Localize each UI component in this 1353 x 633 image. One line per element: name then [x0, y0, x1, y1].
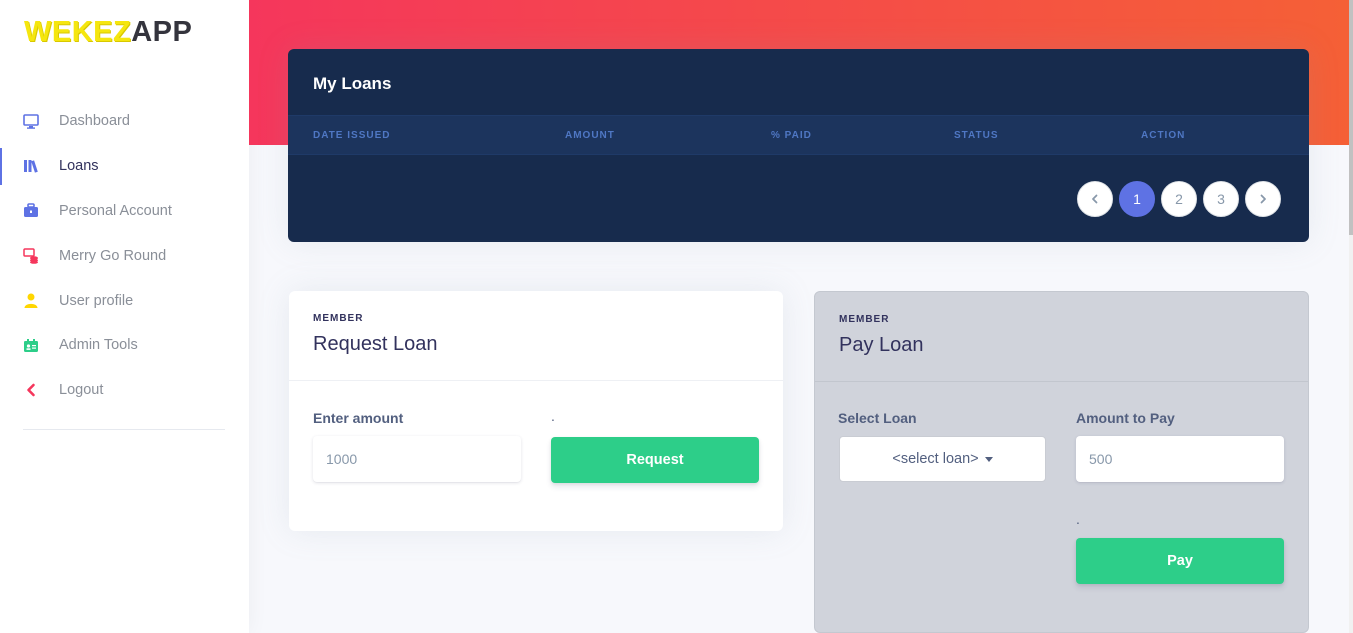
enter-amount-label: Enter amount: [313, 410, 404, 426]
sidebar-nav: Dashboard Loans Personal Account Merry G…: [0, 99, 249, 413]
request-loan-eyebrow: Member: [313, 313, 364, 324]
monitor-icon: [22, 113, 39, 130]
pagination-prev-button[interactable]: [1077, 181, 1113, 217]
request-loan-card: Member Request Loan Enter amount . Reque…: [289, 291, 783, 531]
money-coins-icon: [22, 247, 39, 264]
request-spacer-text: .: [551, 408, 555, 424]
logo-wekez: WEKEZ: [24, 15, 132, 48]
sidebar-item-label: Personal Account: [59, 202, 172, 219]
pay-loan-title: Pay Loan: [839, 334, 924, 356]
sidebar: WEKEZ APP Dashboard Loans Personal Accoun…: [0, 0, 249, 633]
select-loan-dropdown[interactable]: <select loan>: [839, 436, 1046, 482]
sidebar-item-loans[interactable]: Loans: [0, 144, 249, 189]
pay-button[interactable]: Pay: [1076, 538, 1284, 584]
my-loans-title: My Loans: [313, 74, 392, 93]
sidebar-item-dashboard[interactable]: Dashboard: [0, 99, 249, 144]
sidebar-item-label: Dashboard: [59, 113, 130, 130]
badge-icon: [22, 337, 39, 354]
select-loan-value: <select loan>: [892, 451, 979, 467]
sidebar-item-admin-tools[interactable]: Admin Tools: [0, 323, 249, 368]
column-header-date-issued[interactable]: Date Issued: [313, 130, 391, 141]
sidebar-item-label: Admin Tools: [59, 337, 138, 354]
chevron-left-icon: [22, 382, 39, 399]
caret-down-icon: [984, 456, 993, 462]
sidebar-item-label: User profile: [59, 292, 134, 309]
pagination: 1 2 3: [1077, 181, 1281, 217]
pagination-next-button[interactable]: [1245, 181, 1281, 217]
pay-loan-eyebrow: Member: [839, 314, 890, 325]
user-icon: [22, 292, 39, 309]
briefcase-icon: [22, 202, 39, 219]
column-header-status[interactable]: Status: [954, 130, 999, 141]
column-header-amount[interactable]: Amount: [565, 130, 615, 141]
sidebar-divider: [23, 429, 225, 430]
card-divider: [289, 380, 783, 381]
sidebar-item-label: Merry Go Round: [59, 247, 167, 264]
sidebar-item-logout[interactable]: Logout: [0, 368, 249, 413]
pay-loan-card: Member Pay Loan Select Loan <select loan…: [814, 291, 1309, 633]
pagination-page-2[interactable]: 2: [1161, 181, 1197, 217]
sidebar-item-label: Loans: [59, 158, 99, 175]
logo-app: APP: [131, 15, 193, 48]
request-loan-title: Request Loan: [313, 333, 438, 355]
books-icon: [22, 158, 39, 175]
request-button[interactable]: Request: [551, 437, 759, 483]
pay-amount-input[interactable]: [1076, 436, 1284, 482]
select-loan-label: Select Loan: [838, 410, 917, 426]
column-header-action[interactable]: Action: [1141, 130, 1185, 141]
my-loans-card: My Loans Date Issued Amount % Paid Statu…: [288, 49, 1309, 242]
column-header-percent-paid[interactable]: % Paid: [771, 130, 812, 141]
chevron-right-icon: [1260, 194, 1266, 204]
sidebar-item-merry-go-round[interactable]: Merry Go Round: [0, 233, 249, 278]
request-amount-input[interactable]: [313, 436, 521, 482]
pay-spacer-text: .: [1076, 511, 1080, 527]
sidebar-item-label: Logout: [59, 382, 104, 399]
scrollbar-thumb[interactable]: [1349, 0, 1353, 235]
chevron-left-icon: [1092, 194, 1098, 204]
pagination-page-3[interactable]: 3: [1203, 181, 1239, 217]
pagination-page-1[interactable]: 1: [1119, 181, 1155, 217]
amount-to-pay-label: Amount to Pay: [1076, 410, 1175, 426]
scrollbar[interactable]: [1349, 0, 1353, 633]
sidebar-item-personal-account[interactable]: Personal Account: [0, 189, 249, 234]
card-divider: [815, 381, 1308, 382]
loans-table-header: Date Issued Amount % Paid Status Action: [288, 115, 1309, 155]
sidebar-item-user-profile[interactable]: User profile: [0, 278, 249, 323]
app-logo[interactable]: WEKEZ APP: [24, 12, 192, 52]
